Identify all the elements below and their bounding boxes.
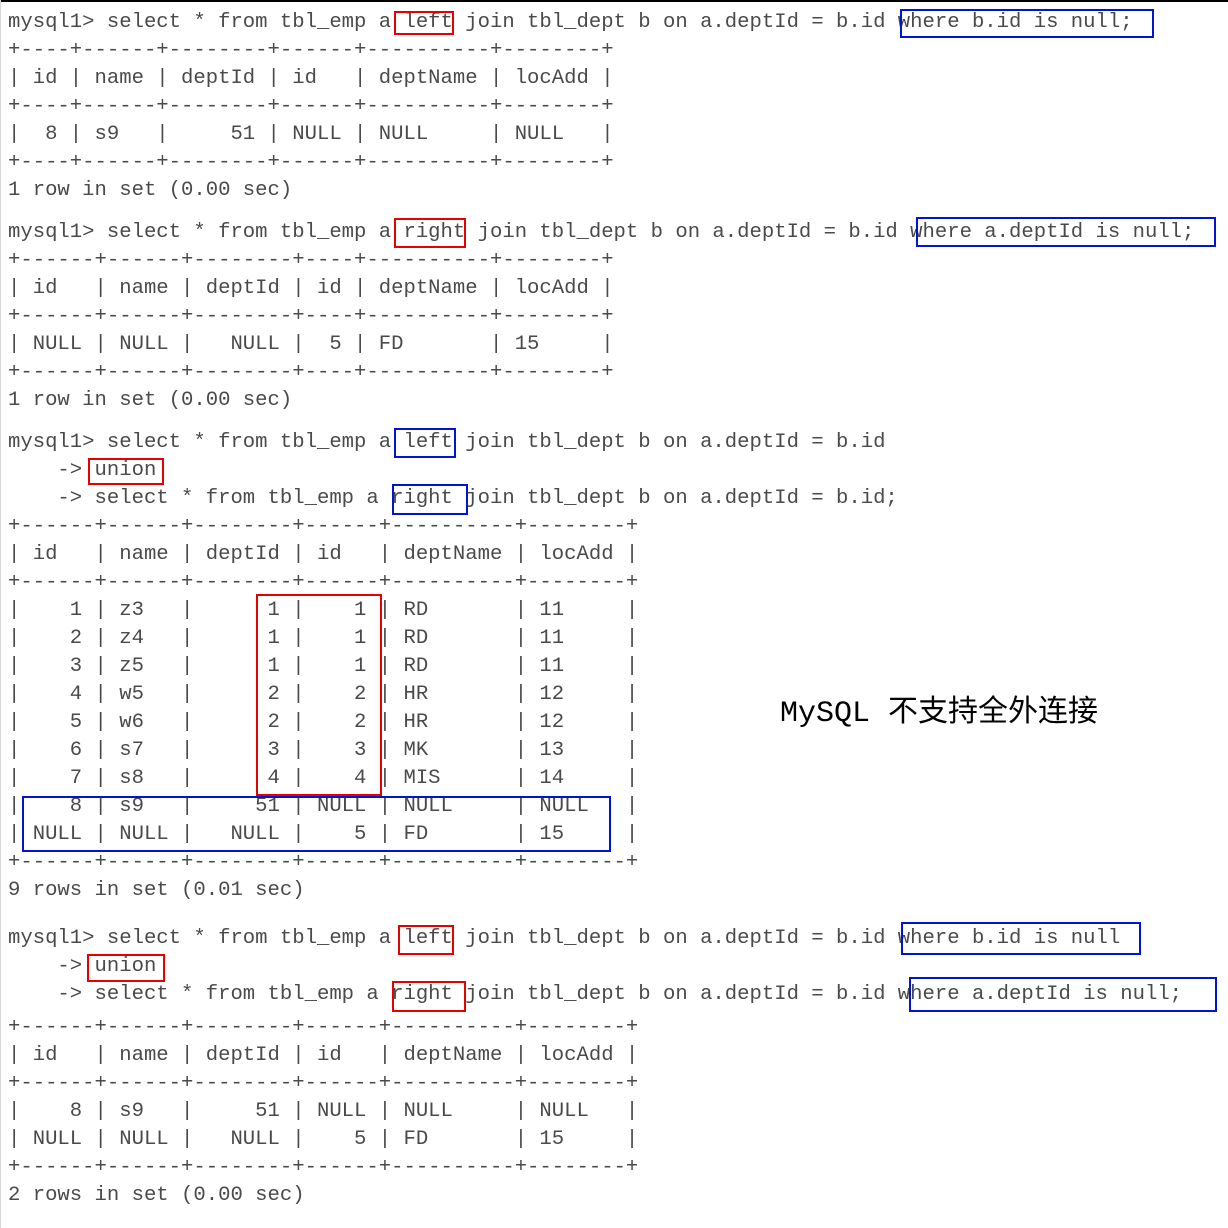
highlight-union-keyword xyxy=(87,954,165,982)
highlight-union-keyword xyxy=(88,458,164,485)
highlight-where-bid-null xyxy=(900,9,1154,38)
table-border: +----+------+--------+------+----------+… xyxy=(8,95,614,118)
terminal-output: mysql1> select * from tbl_emp a left joi… xyxy=(0,0,1228,1228)
table-border: +------+------+--------+------+---------… xyxy=(8,1072,639,1095)
table-border: +------+------+--------+----+----------+… xyxy=(8,305,614,328)
result-summary: 9 rows in set (0.01 sec) xyxy=(8,879,305,902)
table-header-row: | id | name | deptId | id | deptName | l… xyxy=(8,277,614,300)
highlight-unmatched-rows xyxy=(22,796,611,852)
result-summary: 1 row in set (0.00 sec) xyxy=(8,389,293,412)
table-row: | NULL | NULL | NULL | 5 | FD | 15 | xyxy=(8,1128,639,1151)
annotation-text: 不支持全外连接 xyxy=(888,694,1099,729)
result-summary: 1 row in set (0.00 sec) xyxy=(8,179,293,202)
table-border: +------+------+--------+------+---------… xyxy=(8,1156,639,1179)
highlight-left-keyword xyxy=(398,925,454,955)
annotation-prefix: MySQL xyxy=(780,697,889,731)
table-border: +------+------+--------+------+---------… xyxy=(8,571,639,594)
table-row: | NULL | NULL | NULL | 5 | FD | 15 | xyxy=(8,333,614,356)
table-row: | 8 | s9 | 51 | NULL | NULL | NULL | xyxy=(8,1100,639,1123)
table-border: +------+------+--------+------+---------… xyxy=(8,515,639,538)
table-header-row: | id | name | deptId | id | deptName | l… xyxy=(8,67,614,90)
table-border: +------+------+--------+----+----------+… xyxy=(8,249,614,272)
table-border: +----+------+--------+------+----------+… xyxy=(8,151,614,174)
highlight-right-keyword xyxy=(392,981,466,1012)
highlight-right-keyword xyxy=(392,484,468,515)
highlight-left-keyword xyxy=(394,428,456,458)
highlight-where-adeptid-null xyxy=(916,217,1216,247)
highlight-matched-ids xyxy=(256,594,382,796)
highlight-where-adeptid-null xyxy=(909,977,1217,1012)
result-summary: 2 rows in set (0.00 sec) xyxy=(8,1184,305,1207)
table-border: +----+------+--------+------+----------+… xyxy=(8,39,614,62)
table-header-row: | id | name | deptId | id | deptName | l… xyxy=(8,1044,639,1067)
table-border: +------+------+--------+------+---------… xyxy=(8,1016,639,1039)
annotation-full-outer-join-unsupported: MySQL 不支持全外连接 xyxy=(780,692,1098,732)
table-row: | 8 | s9 | 51 | NULL | NULL | NULL | xyxy=(8,123,614,146)
table-border: +------+------+--------+------+---------… xyxy=(8,851,639,874)
highlight-where-bid-null xyxy=(901,922,1141,955)
table-header-row: | id | name | deptId | id | deptName | l… xyxy=(8,543,639,566)
table-border: +------+------+--------+----+----------+… xyxy=(8,361,614,384)
highlight-left-keyword xyxy=(394,11,454,35)
highlight-right-keyword xyxy=(394,218,466,248)
